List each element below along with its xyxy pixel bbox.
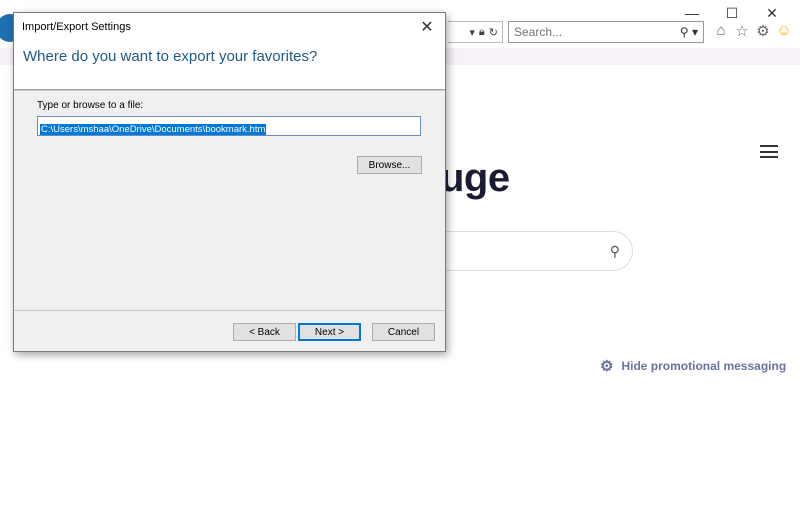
divider bbox=[14, 310, 445, 311]
search-icon[interactable]: ⚲ ▾ bbox=[674, 25, 698, 39]
dialog-heading: Where do you want to export your favorit… bbox=[23, 48, 318, 65]
favorites-star-icon[interactable]: ☆ bbox=[734, 22, 750, 40]
address-bar-controls: ▾ 🔒︎ ↻ bbox=[448, 21, 503, 43]
smiley-feedback-icon[interactable]: ☺ bbox=[776, 22, 792, 40]
dialog-titlebar: Import/Export Settings ✕ bbox=[14, 13, 445, 41]
home-icon[interactable]: ⌂ bbox=[713, 22, 729, 40]
dialog-header: Where do you want to export your favorit… bbox=[14, 41, 445, 91]
browser-search-input[interactable] bbox=[514, 25, 674, 39]
browse-button[interactable]: Browse... bbox=[357, 156, 422, 174]
page-search-box[interactable]: ⚲ bbox=[420, 231, 633, 271]
address-dropdown-icon[interactable]: ▾ bbox=[469, 26, 475, 39]
browser-toolbar-icons: ⌂ ☆ ⚙ ☺ bbox=[713, 22, 792, 40]
search-icon[interactable]: ⚲ bbox=[610, 243, 620, 260]
browser-search-box[interactable]: ⚲ ▾ bbox=[508, 21, 704, 43]
settings-gear-icon[interactable]: ⚙ bbox=[755, 22, 771, 40]
import-export-dialog: Import/Export Settings ✕ Where do you wa… bbox=[13, 12, 446, 352]
page-title: uge bbox=[440, 156, 510, 200]
promo-label: Hide promotional messaging bbox=[621, 359, 787, 373]
next-button[interactable]: Next > bbox=[298, 323, 361, 341]
minimize-icon[interactable]: — bbox=[672, 4, 712, 22]
close-icon[interactable]: ✕ bbox=[417, 17, 437, 37]
file-path-label: Type or browse to a file: bbox=[37, 100, 144, 111]
close-icon[interactable]: ✕ bbox=[752, 4, 792, 22]
refresh-icon[interactable]: ↻ bbox=[489, 26, 498, 39]
file-path-value[interactable]: C:\Users\mshaa\OneDrive\Documents\bookma… bbox=[40, 124, 267, 135]
hide-promotional-messaging-link[interactable]: ⚙ Hide promotional messaging bbox=[600, 357, 786, 375]
file-path-input[interactable]: C:\Users\mshaa\OneDrive\Documents\bookma… bbox=[37, 116, 421, 136]
menu-hamburger-icon[interactable] bbox=[760, 145, 778, 158]
cancel-button[interactable]: Cancel bbox=[372, 323, 435, 341]
lock-icon[interactable]: 🔒︎ bbox=[479, 26, 485, 39]
divider bbox=[14, 89, 445, 90]
dialog-title: Import/Export Settings bbox=[22, 21, 131, 33]
back-button[interactable]: < Back bbox=[233, 323, 296, 341]
window-controls: — ☐ ✕ bbox=[672, 4, 792, 22]
gear-icon: ⚙ bbox=[600, 358, 614, 375]
maximize-icon[interactable]: ☐ bbox=[712, 4, 752, 22]
